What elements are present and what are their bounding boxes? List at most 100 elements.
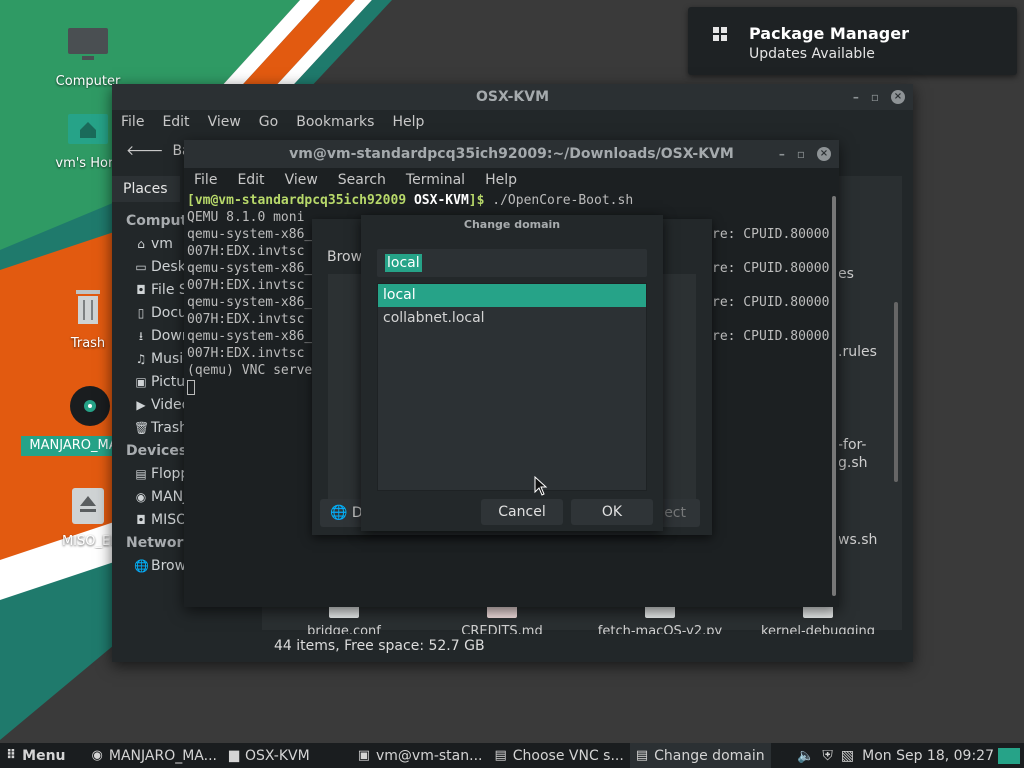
download-icon: ⭳	[138, 329, 144, 343]
menu-help[interactable]: Help	[475, 168, 527, 192]
cancel-button[interactable]: Cancel	[481, 499, 563, 525]
menu-go[interactable]: Go	[250, 110, 287, 134]
trash-icon: 🗑	[134, 421, 150, 435]
domain-input[interactable]: local	[377, 249, 647, 277]
output-text: qemu-system-x86_	[187, 227, 313, 242]
music-icon: ♫	[135, 352, 147, 366]
taskbar-item-terminal[interactable]: ▣ vm@vm-stan...	[352, 743, 489, 768]
drive-icon: ◘	[136, 513, 146, 527]
picture-icon: ▣	[135, 375, 147, 389]
grid-menu-icon: ⠿	[6, 748, 17, 763]
menu-edit[interactable]: Edit	[227, 168, 274, 192]
close-button[interactable]: ×	[891, 90, 905, 104]
sidebar-item-label: Trash	[151, 420, 188, 436]
notification-popup[interactable]: Package Manager Updates Available	[688, 7, 1017, 75]
sidebar-item-label: vm	[151, 236, 173, 252]
drive-icon: ◘	[136, 283, 146, 297]
file-name: CREDITS.md	[461, 624, 543, 634]
mouse-cursor	[534, 476, 548, 496]
eject-drive-icon	[72, 488, 104, 524]
file-name-fragment: .rules	[838, 344, 877, 360]
menu-view[interactable]: View	[199, 110, 250, 134]
home-folder-icon	[68, 114, 108, 144]
folder-icon: ▆	[228, 748, 239, 763]
monitor-icon	[68, 28, 108, 60]
taskbar-item-change-domain[interactable]: ▤ Change domain	[629, 743, 771, 768]
file-name-fragment: ws.sh	[838, 532, 878, 548]
taskbar-item-choose-vnc[interactable]: ▤ Choose VNC s...	[488, 743, 629, 768]
status-bar: 44 items, Free space: 52.7 GB	[112, 634, 913, 662]
window-titlebar[interactable]: vm@vm-standardpcq35ich92009:~/Downloads/…	[184, 140, 839, 168]
menu-view[interactable]: View	[275, 168, 328, 192]
maximize-button[interactable]: ▫	[797, 140, 805, 168]
taskbar-item-manjaro[interactable]: ◉ MANJARO_MA...	[86, 743, 223, 768]
prompt-line: [vm@vm-standardpcq35ich92009 OSX-KVM]$ .…	[187, 192, 829, 209]
arrow-left-icon: 🡐	[126, 143, 164, 159]
taskbar-item-label: OSX-KVM	[244, 747, 310, 764]
menu-terminal[interactable]: Terminal	[396, 168, 475, 192]
domain-option-collabnet[interactable]: collabnet.local	[378, 307, 646, 330]
prompt-end: ]$	[468, 193, 485, 208]
output-fragment: re: CPUID.80000	[712, 295, 830, 310]
show-desktop-button[interactable]	[998, 747, 1020, 764]
window-icon: ▤	[494, 748, 507, 763]
dialog-title: Change domain	[463, 218, 561, 231]
maximize-button[interactable]: ▫	[871, 84, 879, 110]
prompt-dir: OSX-KVM	[413, 193, 469, 208]
taskbar-item-osx-kvm[interactable]: ▆ OSX-KVM	[223, 743, 316, 768]
file-name: kernel-debugging	[760, 624, 876, 634]
taskbar: ⠿ Menu ◉ MANJARO_MA... ▆ OSX-KVM ▣ vm@vm-sta…	[0, 743, 1024, 768]
desktop-icon-computer[interactable]: Computer	[40, 26, 136, 89]
package-grid-icon	[713, 27, 727, 41]
domain-list[interactable]: local collabnet.local	[377, 283, 647, 491]
disc-icon: ◉	[91, 748, 103, 763]
menu-edit[interactable]: Edit	[153, 110, 198, 134]
file-name: fetch-macOS-v2.py	[597, 624, 723, 634]
terminal-cursor	[187, 380, 195, 395]
notification-title: Package Manager	[749, 24, 909, 43]
floppy-icon: ▤	[135, 467, 147, 481]
domain-option-local[interactable]: local	[378, 284, 646, 307]
menu-bar: File Edit View Search Terminal Help	[184, 168, 839, 192]
menu-search[interactable]: Search	[328, 168, 396, 192]
volume-icon[interactable]: 🔈	[793, 748, 818, 764]
menu-file[interactable]: File	[112, 110, 153, 134]
minimize-button[interactable]: –	[853, 84, 859, 110]
scrollbar[interactable]	[832, 196, 836, 596]
sidebar-item-label: MANJ	[151, 489, 188, 505]
status-text: 44 items, Free space: 52.7 GB	[274, 638, 485, 654]
minimize-button[interactable]: –	[779, 140, 785, 168]
taskbar-item-label: Change domain	[654, 747, 765, 764]
ok-button[interactable]: OK	[571, 499, 653, 525]
document-icon: ▯	[137, 306, 145, 320]
menu-file[interactable]: File	[184, 168, 227, 192]
tab-places[interactable]: Places	[112, 176, 180, 202]
menu-help[interactable]: Help	[383, 110, 433, 134]
trash-icon	[76, 290, 100, 324]
shield-icon[interactable]: ⛨	[818, 748, 837, 764]
notification-body: Updates Available	[749, 46, 875, 62]
file-name-fragment: -for-	[838, 437, 867, 453]
window-title: OSX-KVM	[475, 89, 550, 105]
change-domain-dialog: Change domain local local collabnet.loca…	[361, 215, 663, 531]
scrollbar[interactable]	[894, 302, 898, 482]
clock[interactable]: Mon Sep 18, 09:27	[858, 748, 998, 764]
output-fragment: re: CPUID.80000	[712, 227, 830, 242]
clipboard-icon[interactable]: ▧	[837, 748, 858, 764]
sidebar-item-label: Docu	[151, 305, 187, 321]
menu-label: Menu	[22, 747, 66, 764]
prompt-user: [vm@vm-standardpcq35ich92009	[187, 193, 407, 208]
home-icon: ⌂	[137, 237, 145, 251]
desktop-icon: ▭	[135, 260, 147, 274]
menu-bar: File Edit View Go Bookmarks Help	[112, 110, 913, 134]
output-fragment: re: CPUID.80000	[712, 261, 830, 276]
taskbar-item-label: Choose VNC s...	[512, 747, 624, 764]
optical-disc-icon	[70, 386, 110, 426]
close-button[interactable]: ×	[817, 147, 831, 161]
taskbar-item-label: MANJARO_MA...	[108, 747, 217, 764]
window-titlebar[interactable]: OSX-KVM – ▫ ×	[112, 84, 913, 110]
menu-bookmarks[interactable]: Bookmarks	[287, 110, 383, 134]
menu-button[interactable]: ⠿ Menu	[0, 743, 72, 768]
window-title: vm@vm-standardpcq35ich92009:~/Downloads/…	[289, 146, 734, 162]
globe-icon: 🌐	[330, 505, 348, 521]
